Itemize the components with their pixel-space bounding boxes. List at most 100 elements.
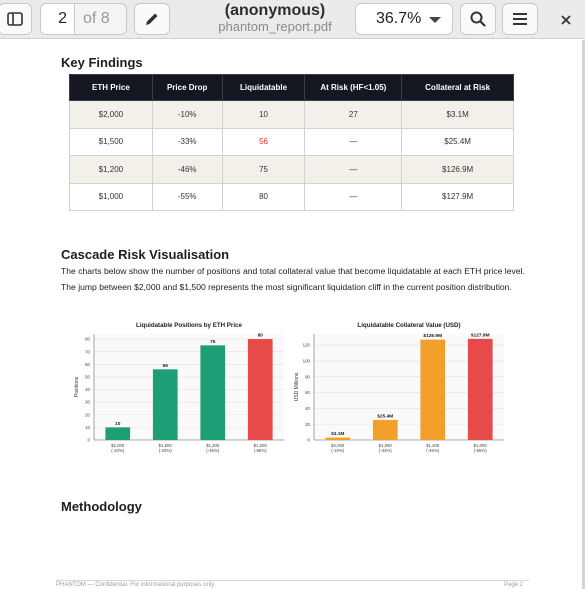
table-cell: 10: [221, 100, 306, 129]
pencil-icon: [146, 13, 158, 25]
column-header: Collateral at Risk: [401, 74, 514, 101]
table-row: $1,200 -46% 75 — $126.9M: [69, 155, 514, 184]
y-tick-label: 80: [85, 337, 90, 342]
table-header-row: ETH Price Price Drop Liquidatable At Ris…: [69, 74, 514, 101]
main-menu-button[interactable]: [502, 3, 538, 35]
x-tick-sublabel: (-10%): [111, 448, 124, 453]
y-tick-label: 20: [305, 422, 310, 427]
y-tick-label: 0: [308, 438, 311, 443]
table-cell: $1,500: [69, 127, 153, 156]
bar: [467, 338, 493, 440]
table-cell: $126.9M: [401, 155, 514, 184]
zoom-value: 36.7%: [376, 10, 422, 27]
table-cell: —: [304, 155, 403, 184]
y-axis-label: USD Millions: [294, 372, 300, 401]
footer-divider: [56, 580, 529, 581]
table-cell: $1,000: [69, 182, 153, 211]
y-tick-label: 120: [303, 343, 311, 348]
y-tick-label: 20: [85, 412, 90, 417]
y-tick-label: 60: [305, 390, 310, 395]
x-tick-sublabel: (-46%): [206, 448, 219, 453]
y-tick-label: 0: [88, 438, 91, 443]
column-header: At Risk (HF<1.05): [304, 74, 403, 101]
document-title: (anonymous): [224, 2, 326, 19]
document-filename: phantom_report.pdf: [218, 19, 332, 34]
bar-value-label: 80: [258, 333, 264, 339]
close-button[interactable]: [556, 10, 576, 30]
bar: [152, 369, 178, 440]
bar-value-label: 56: [163, 363, 169, 369]
x-tick-sublabel: (-33%): [379, 448, 392, 453]
table-cell: —: [304, 127, 403, 156]
sidebar-toggle-button[interactable]: [0, 3, 32, 35]
collateral-chart: Liquidatable Collateral Value (USD) 0 20 40…: [294, 322, 504, 453]
column-header: ETH Price: [69, 74, 153, 101]
table-cell: 75: [221, 155, 306, 184]
header-bar: 2 of 8 (anonymous) phantom_report.pdf 36…: [0, 0, 585, 39]
footer-disclaimer: PHANTOM — Confidential. For informationa…: [56, 582, 216, 588]
column-header: Price Drop: [151, 74, 223, 101]
table-row: $2,000 -10% 10 27 $3.1M: [69, 100, 514, 129]
cascade-description: The charts below show the number of posi…: [61, 266, 525, 292]
bar: [372, 419, 398, 440]
bar: [325, 437, 351, 440]
search-button[interactable]: [460, 3, 496, 35]
table-cell-highlight: 56: [221, 127, 306, 156]
table-cell: -10%: [151, 100, 223, 129]
y-axis-label: Positions: [74, 376, 80, 397]
y-tick-label: 100: [303, 358, 311, 363]
y-tick-label: 40: [85, 387, 90, 392]
x-tick-sublabel: (-55%): [474, 448, 487, 453]
search-icon: [470, 11, 486, 27]
table-row: $1,000 -55% 80 — $127.9M: [69, 182, 514, 211]
bar-value-label: $127.9M: [471, 332, 490, 338]
table-cell: $25.4M: [401, 127, 514, 156]
chart-title: Liquidatable Collateral Value (USD): [357, 322, 460, 329]
footer-page-number: Page 2: [504, 582, 524, 588]
y-tick-label: 30: [85, 400, 90, 405]
zoom-select[interactable]: 36.7%: [355, 3, 453, 35]
y-tick-label: 70: [85, 349, 90, 354]
close-icon: [561, 15, 571, 25]
table-cell: -46%: [151, 155, 223, 184]
key-findings-heading: Key Findings: [61, 55, 143, 70]
y-tick-label: 10: [85, 425, 90, 430]
methodology-heading: Methodology: [61, 499, 142, 514]
table-cell: -55%: [151, 182, 223, 211]
page-total-label: of 8: [75, 3, 127, 35]
page-number-input[interactable]: 2: [40, 3, 75, 35]
bar: [200, 345, 226, 440]
bar-value-label: 10: [115, 421, 121, 427]
chevron-down-icon: [429, 17, 441, 23]
table-cell: 80: [221, 182, 306, 211]
table-row: $1,500 -33% 56 — $25.4M: [69, 127, 514, 156]
y-tick-label: 40: [305, 406, 310, 411]
table-cell: —: [304, 182, 403, 211]
table-cell: 27: [304, 100, 403, 129]
y-tick-label: 50: [85, 375, 90, 380]
table-cell: -33%: [151, 127, 223, 156]
table-cell: $127.9M: [401, 182, 514, 211]
findings-table: ETH Price Price Drop Liquidatable At Ris…: [69, 74, 514, 211]
bar-value-label: $25.4M: [377, 413, 393, 419]
cascade-heading: Cascade Risk Visualisation: [61, 247, 230, 262]
bar: [105, 427, 131, 440]
x-tick-sublabel: (-55%): [254, 448, 267, 453]
bar: [420, 339, 446, 440]
annotate-button[interactable]: [134, 3, 170, 35]
table-cell: $3.1M: [401, 100, 514, 129]
chart-title: Liquidatable Positions by ETH Price: [136, 322, 242, 329]
bar-value-label: $3.1M: [331, 431, 344, 437]
y-tick-label: 60: [85, 362, 90, 367]
positions-chart: Liquidatable Positions by ETH Price 0 10 20…: [74, 322, 284, 453]
bar-value-label: $126.9M: [423, 333, 442, 339]
sidebar-icon: [7, 12, 23, 26]
bar-value-label: 75: [210, 339, 216, 345]
y-tick-label: 80: [305, 374, 310, 379]
bar: [247, 339, 273, 440]
x-tick-sublabel: (-33%): [159, 448, 172, 453]
column-header: Liquidatable: [221, 74, 306, 101]
table-cell: $1,200: [69, 155, 153, 184]
x-tick-sublabel: (-46%): [426, 448, 439, 453]
table-cell: $2,000: [69, 100, 153, 129]
